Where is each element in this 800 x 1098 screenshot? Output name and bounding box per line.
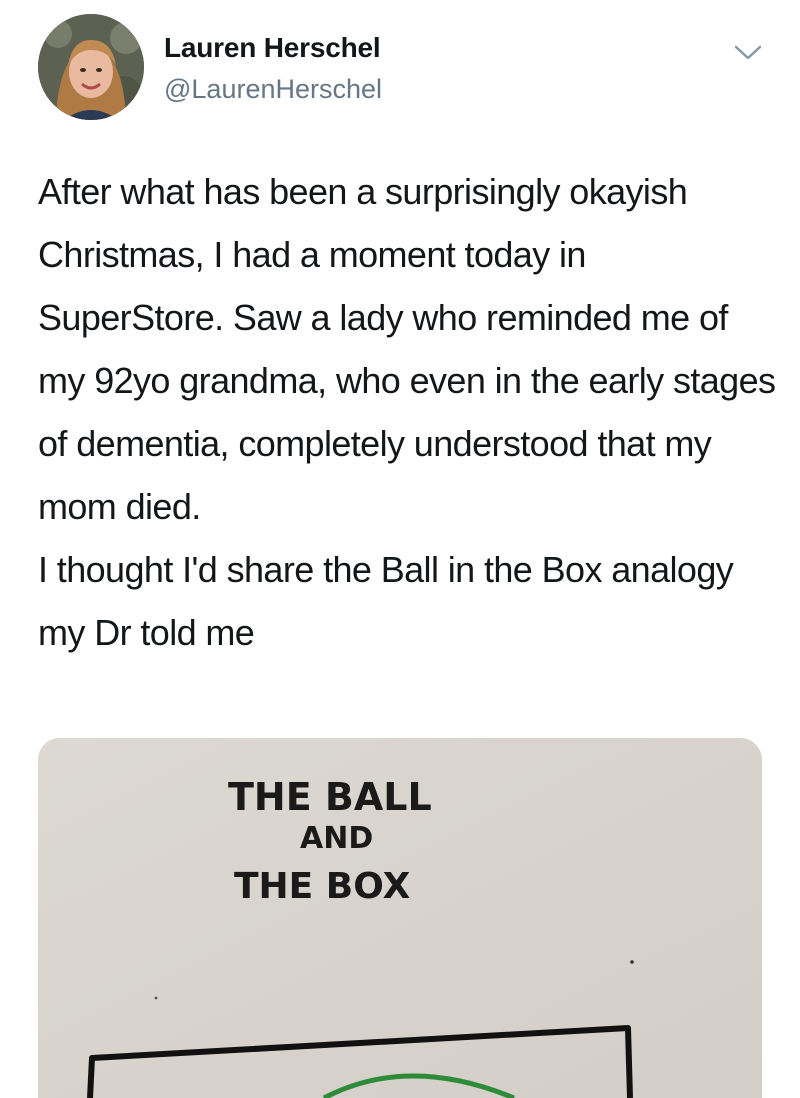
- user-handle[interactable]: @LaurenHerschel: [164, 74, 382, 105]
- ball-and-box-drawing: THE BALL AND THE BOX: [38, 738, 762, 1098]
- drawing-title-line-2: AND: [300, 821, 373, 856]
- tweet-paragraph: I thought I'd share the Ball in the Box …: [38, 549, 734, 653]
- drawing-title-line-3: THE BOX: [234, 866, 411, 907]
- tweet-header: Lauren Herschel @LaurenHerschel: [38, 14, 778, 122]
- avatar-photo-icon: [38, 14, 144, 120]
- avatar[interactable]: [38, 14, 144, 120]
- display-name[interactable]: Lauren Herschel: [164, 32, 381, 64]
- tweet-paragraph: After what has been a surprisingly okayi…: [38, 171, 776, 527]
- chevron-down-icon[interactable]: [732, 42, 764, 64]
- tweet-text: After what has been a surprisingly okayi…: [38, 160, 778, 664]
- drawing-title-line-1: THE BALL: [228, 775, 432, 819]
- tweet-media-image[interactable]: THE BALL AND THE BOX: [38, 738, 762, 1098]
